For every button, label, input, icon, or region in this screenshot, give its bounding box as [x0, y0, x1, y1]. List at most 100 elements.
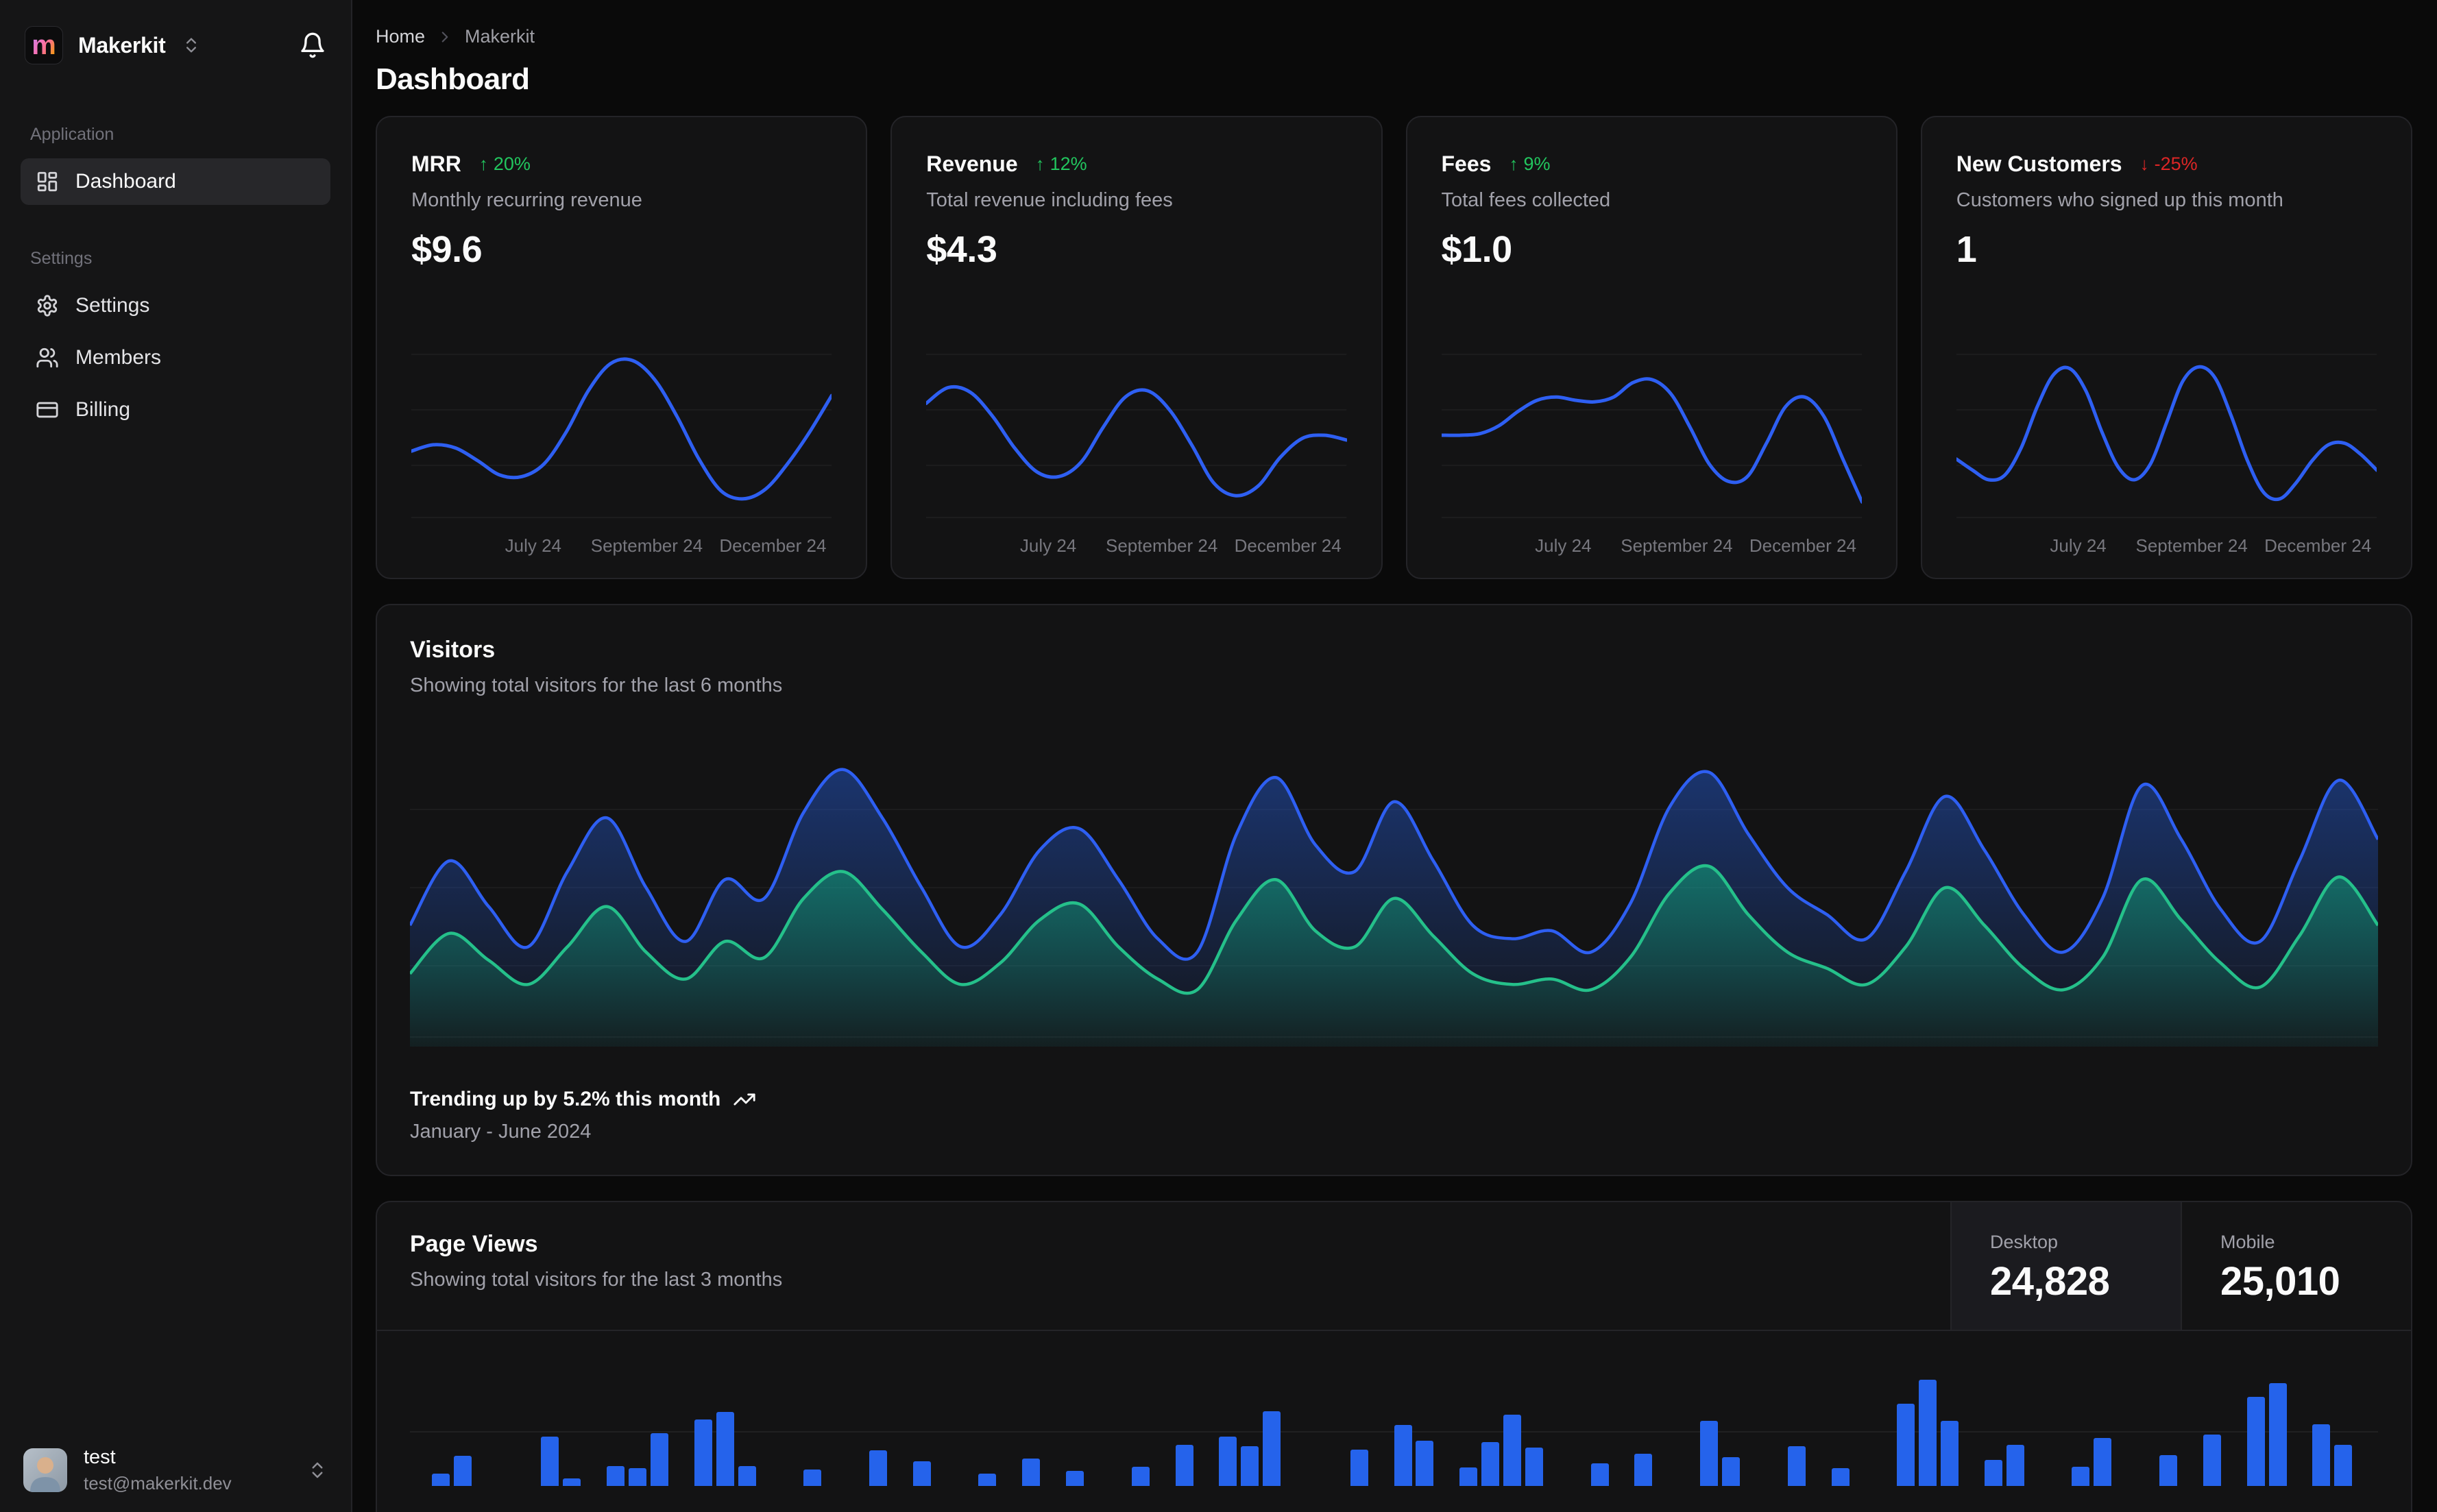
bar	[1503, 1415, 1521, 1486]
chevrons-up-down-icon[interactable]	[307, 1460, 328, 1480]
bar	[1722, 1457, 1740, 1486]
axis-tick: December 24	[1234, 535, 1342, 556]
notifications-bell-icon[interactable]	[299, 32, 326, 59]
trend-badge-down: ↓ -25%	[2140, 154, 2198, 175]
axis-tick: July 24	[1019, 535, 1077, 556]
sidebar-item-label: Billing	[75, 398, 131, 421]
trend-value: 12%	[1050, 154, 1087, 174]
metric-subtitle: Monthly recurring revenue	[411, 189, 642, 211]
bar	[1219, 1437, 1237, 1486]
axis-tick: December 24	[1749, 535, 1856, 556]
bar	[1634, 1454, 1653, 1486]
axis-tick: July 24	[1535, 535, 1592, 556]
trend-badge-up: ↑ 20%	[479, 154, 531, 175]
breadcrumb-home-link[interactable]: Home	[376, 26, 425, 47]
avatar	[23, 1448, 67, 1492]
bar	[1787, 1446, 1806, 1486]
tab-value: 24,828	[1990, 1259, 2110, 1304]
metric-cards-row: MRR ↑ 20% Monthly recurring revenue $9.6…	[376, 116, 2412, 579]
tab-desktop[interactable]: Desktop 24,828	[1950, 1202, 2181, 1330]
bar	[2268, 1383, 2287, 1486]
sidebar-item-label: Members	[75, 346, 162, 369]
sparkline-chart	[1954, 345, 2379, 523]
metric-card-mrr: MRR ↑ 20% Monthly recurring revenue $9.6…	[376, 116, 868, 579]
metric-title: Revenue	[926, 151, 1018, 176]
metric-title: Fees	[1441, 151, 1492, 176]
sidebar-item-billing[interactable]: Billing	[21, 387, 330, 433]
tab-label: Mobile	[2220, 1232, 2275, 1252]
metric-subtitle: Total fees collected	[1441, 189, 1611, 211]
bar	[1919, 1380, 1937, 1486]
bar	[738, 1466, 756, 1486]
visitors-title: Visitors	[410, 637, 496, 663]
nav-settings: Settings Members Billing	[21, 282, 330, 433]
bar	[2203, 1435, 2221, 1486]
sidebar-item-members[interactable]: Members	[21, 334, 330, 381]
bar	[431, 1474, 450, 1486]
tab-mobile[interactable]: Mobile 25,010	[2181, 1202, 2411, 1330]
metric-value: $9.6	[411, 229, 483, 270]
metric-subtitle: Total revenue including fees	[926, 189, 1173, 211]
trend-value: -25%	[2154, 154, 2198, 174]
trend-value: 20%	[493, 154, 531, 174]
bar	[563, 1478, 581, 1486]
sparkline-chart	[1440, 345, 1864, 523]
bar	[716, 1412, 734, 1486]
sparkline-chart	[924, 345, 1348, 523]
bar	[541, 1437, 559, 1486]
bar	[1022, 1459, 1041, 1486]
tab-label: Desktop	[1990, 1232, 2059, 1252]
metric-card-new-customers: New Customers ↓ -25% Customers who signe…	[1920, 116, 2412, 579]
page-views-card: Page Views Showing total visitors for th…	[376, 1201, 2412, 1512]
trend-badge-up: ↑ 12%	[1036, 154, 1087, 175]
bar	[803, 1470, 822, 1486]
nav-application: Dashboard	[21, 158, 330, 205]
sidebar-item-label: Settings	[75, 294, 150, 317]
metric-value: 1	[1956, 229, 1977, 270]
chevrons-up-down-icon[interactable]	[182, 36, 201, 55]
bar	[1459, 1467, 1478, 1486]
tab-value: 25,010	[2220, 1259, 2340, 1304]
bar	[1590, 1463, 1609, 1486]
bar	[1416, 1441, 1434, 1486]
workspace-selector[interactable]: m Makerkit	[21, 23, 330, 67]
bar	[453, 1456, 472, 1486]
axis-tick: September 24	[1621, 535, 1733, 556]
sparkline-axis: July 24 September 24 December 24	[926, 530, 1346, 559]
bar	[1350, 1450, 1368, 1486]
breadcrumb-current: Makerkit	[465, 26, 535, 47]
bar	[1525, 1448, 1543, 1486]
bar	[650, 1433, 668, 1486]
sidebar-item-settings[interactable]: Settings	[21, 282, 330, 329]
bar	[1175, 1445, 1193, 1486]
metric-value: $4.3	[926, 229, 997, 270]
bar	[1066, 1471, 1084, 1486]
page-views-series-tabs: Desktop 24,828 Mobile 25,010	[1950, 1202, 2411, 1330]
user-menu[interactable]: test test@makerkit.dev	[0, 1428, 351, 1512]
arrow-up-icon: ↑	[1035, 154, 1045, 174]
axis-tick: July 24	[505, 535, 562, 556]
credit-card-icon	[36, 398, 59, 422]
layout-dashboard-icon	[36, 170, 59, 193]
bar	[1263, 1411, 1281, 1486]
bar	[978, 1474, 997, 1486]
arrow-down-icon: ↓	[2139, 154, 2149, 174]
gear-icon	[36, 294, 59, 317]
arrow-up-icon: ↑	[478, 154, 488, 174]
bar	[694, 1419, 712, 1486]
sparkline-axis: July 24 September 24 December 24	[1956, 530, 2377, 559]
bar	[2072, 1467, 2090, 1486]
visitors-card: Visitors Showing total visitors for the …	[376, 604, 2412, 1176]
visitors-area-chart	[409, 733, 2379, 1047]
sidebar-item-dashboard[interactable]: Dashboard	[21, 158, 330, 205]
axis-tick: September 24	[2135, 535, 2248, 556]
bar	[869, 1450, 887, 1486]
bar	[2246, 1397, 2265, 1486]
main-content: Home Makerkit Dashboard MRR ↑ 20% Monthl…	[352, 0, 2437, 1512]
bar	[1394, 1425, 1412, 1486]
bar	[1941, 1421, 1959, 1486]
user-email: test@makerkit.dev	[84, 1473, 232, 1493]
axis-tick: July 24	[2050, 535, 2107, 556]
users-icon	[36, 346, 59, 369]
sparkline-chart	[409, 345, 834, 523]
